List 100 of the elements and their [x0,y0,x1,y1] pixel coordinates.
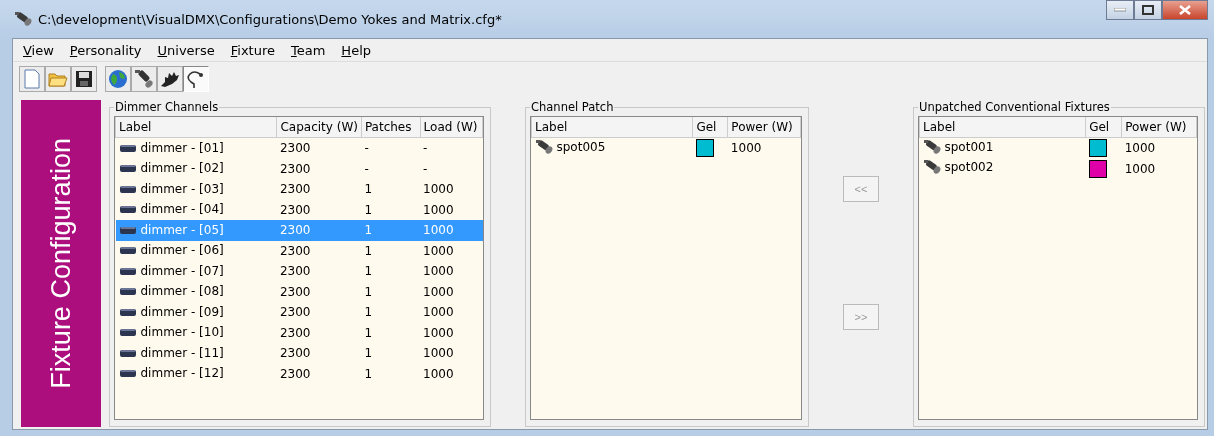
save-button[interactable] [71,66,97,92]
table-cell-text: 1000 [422,263,455,281]
table-cell-text: 2300 [278,160,312,178]
table-cell: 1000 [1121,137,1197,159]
table-cell-text: 2300 [278,283,312,301]
dimmer-icon [118,245,137,256]
dimmer-icon [118,163,137,174]
dimmer-label[interactable]: dimmer - [02] [140,161,224,176]
fixture-label: spot002 [944,160,994,175]
table-cell-text: 1 [363,324,373,342]
table-cell: 1000 [420,199,483,220]
spotlight-icon [534,138,553,155]
table-cell: 1000 [420,240,483,261]
dimmer-label[interactable]: dimmer - [12] [140,366,224,381]
dimmer-icon [118,224,137,235]
table-cell-text: 1000 [422,324,455,342]
table-cell-text: 1 [363,304,373,322]
table-cell: 1000 [420,220,483,241]
dimmer-icon [118,327,137,338]
table-cell-text: 2300 [278,181,312,199]
maximize-button[interactable] [1134,0,1162,20]
globe-button[interactable] [105,66,131,92]
close-icon [1179,5,1191,15]
table-cell: 2300 [276,240,362,261]
table-cell-text: 2300 [278,345,312,363]
menu-item[interactable]: Team [283,42,334,58]
dimmer-label[interactable]: dimmer - [08] [140,284,224,299]
table-cell: - [420,137,483,159]
dimmer-label[interactable]: dimmer - [09] [140,304,224,319]
dimmer-label[interactable]: dimmer - [04] [140,202,224,217]
maximize-icon [1142,5,1154,15]
column-header[interactable]: Label [531,117,693,138]
table-cell-text: 1 [363,283,373,301]
menu-item[interactable]: View [15,42,62,58]
minimize-icon [1114,8,1126,12]
table-cell-text: 1000 [422,181,455,199]
table-cell-text: 2300 [278,304,312,322]
column-header[interactable]: Capacity (W) [276,117,362,138]
column-header[interactable]: Gel [692,117,728,138]
table-cell: 1 [361,199,421,220]
cable-button[interactable] [183,66,209,92]
spotlight-icon [922,138,941,155]
table-cell-text: - [422,160,429,178]
spotlight-icon [14,11,32,27]
dimmer-icon [118,368,137,379]
table-cell-text: 1 [363,365,373,383]
menu-item[interactable]: Personality [61,42,150,58]
table-cell-text: 1000 [422,283,455,301]
spot-button[interactable] [131,66,157,92]
column-header[interactable]: Load (W) [420,117,483,138]
group-title: Unpatched Conventional Fixtures [918,100,1111,114]
dimmer-icon [118,306,137,317]
table-cell: 1000 [727,137,801,159]
dimmer-icon [118,204,137,215]
group-title: Channel Patch [530,100,615,114]
fixture-label: spot001 [944,139,994,154]
minimize-button[interactable] [1106,0,1134,20]
column-header[interactable]: Power (W) [727,117,801,138]
table-cell-text: 1000 [422,304,455,322]
table-cell-text: 2300 [278,263,312,281]
column-header[interactable]: Label [919,117,1086,138]
dimmer-label[interactable]: dimmer - [11] [140,345,224,360]
window-title: C:\development\VisualDMX\Configurations\Demo Yokes and Matrix.cfg* [38,11,503,27]
fixture-label: spot005 [556,139,606,154]
dimmer-label[interactable]: dimmer - [07] [140,263,224,278]
menu-item[interactable]: Universe [149,42,223,58]
dimmer-icon [118,183,137,194]
table-cell: 1 [361,240,421,261]
dimmer-label[interactable]: dimmer - [10] [140,325,224,340]
dimmer-icon [118,286,137,297]
table-cell: 1 [361,220,421,241]
table-cell-text: - [363,160,370,178]
dimmer-icon [118,142,137,153]
table-cell-text: 2300 [278,324,312,342]
banner-title: Fixture Configuration [45,138,77,389]
spotlight-icon [922,159,941,176]
column-header[interactable]: Patches [361,117,421,138]
table-cell-text: 1000 [422,365,455,383]
table-cell: 2300 [276,220,362,241]
dimmer-label[interactable]: dimmer - [01] [140,140,224,155]
close-button[interactable] [1162,0,1208,20]
table-cell-text: 1 [363,181,373,199]
table-cell: 2300 [276,199,362,220]
table-cell: - [361,137,421,159]
group-title: Dimmer Channels [114,100,220,114]
dimmer-label[interactable]: dimmer - [03] [140,181,224,196]
column-header[interactable]: Gel [1085,117,1122,138]
dimmer-icon [118,347,137,358]
table-cell-text: 1000 [422,345,455,363]
table-cell-text: 1 [363,345,373,363]
table-cell: 2300 [276,137,362,159]
table-cell-text: 1 [363,263,373,281]
dimmer-icon [118,265,137,276]
menu-item[interactable]: Help [333,42,379,58]
table-cell-text: 1000 [1123,160,1157,178]
dimmer-label[interactable]: dimmer - [06] [140,243,224,258]
column-header[interactable]: Power (W) [1121,117,1197,138]
column-header[interactable]: Label [115,117,277,138]
menu-item[interactable]: Fixture [222,42,283,58]
table-cell-text: 2300 [278,365,312,383]
